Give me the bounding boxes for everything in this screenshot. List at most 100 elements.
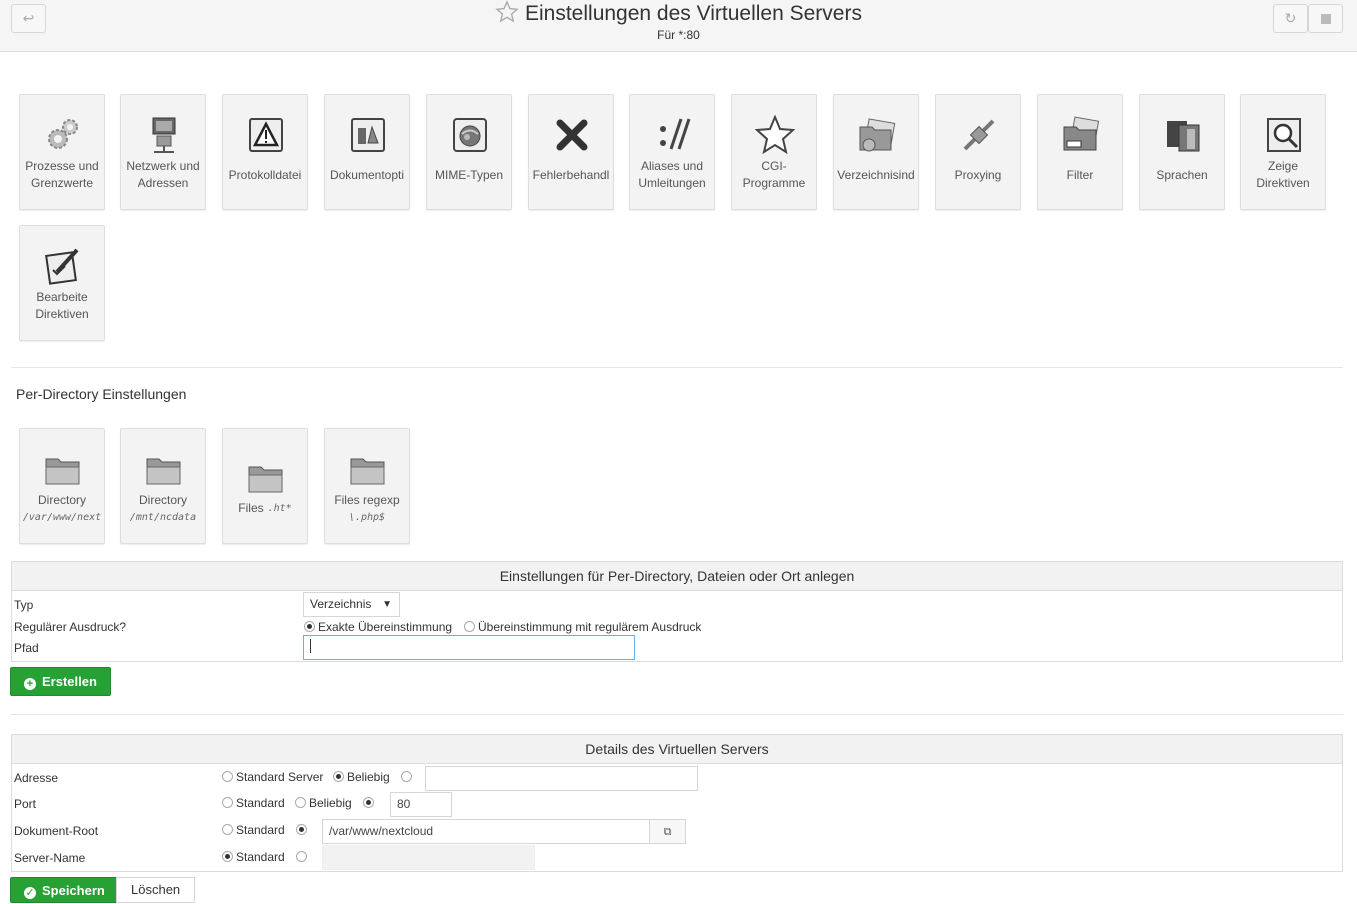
tile-dokumentoptionen[interactable]: Dokumentopti xyxy=(324,94,410,210)
tile-label-2: Umleitungen xyxy=(638,176,706,190)
tile-cgi[interactable]: CGI- Programme xyxy=(731,94,817,210)
radio-adresse-custom[interactable] xyxy=(401,771,412,782)
tile-prozesse[interactable]: Prozesse und Grenzwerte xyxy=(19,94,105,210)
tile-aliases[interactable]: Aliases und Umleitungen xyxy=(629,94,715,210)
tile-mime[interactable]: MIME-Typen xyxy=(426,94,512,210)
radio-port-custom[interactable] xyxy=(363,797,374,808)
servername-custom-option[interactable] xyxy=(296,850,310,864)
save-button-label: Speichern xyxy=(42,883,105,898)
refresh-button[interactable]: ↻ xyxy=(1273,4,1308,33)
stop-button[interactable] xyxy=(1308,4,1343,33)
tile-netzwerk[interactable]: Netzwerk und Adressen xyxy=(120,94,206,210)
alias-icon xyxy=(660,118,691,150)
languages-icon xyxy=(1167,121,1200,152)
tile-bearbeite-direktiven[interactable]: Bearbeite Direktiven xyxy=(19,225,105,341)
port-default-option[interactable]: Standard xyxy=(222,796,285,810)
radio-servername-custom[interactable] xyxy=(296,851,307,862)
typ-select-value: Verzeichnis xyxy=(310,597,372,611)
gears-icon xyxy=(48,119,78,149)
tile-label-1: Proxying xyxy=(954,167,1002,182)
page-header: ↩ Einstellungen des Virtuellen Servers F… xyxy=(0,0,1357,52)
tile-proxying[interactable]: Proxying xyxy=(935,94,1021,210)
file-chooser-icon: ⧉ xyxy=(663,826,672,838)
tile-label-1: MIME-Typen xyxy=(434,167,503,182)
radio-port-any[interactable] xyxy=(295,797,306,808)
dropdown-arrow-icon: ▼ xyxy=(382,599,392,610)
port-label: Port xyxy=(14,797,37,811)
per-directory-title: Per-Directory Einstellungen xyxy=(16,386,187,402)
radio-port-default[interactable] xyxy=(222,797,233,808)
regex-regexp-label: Übereinstimmung mit regulärem Ausdruck xyxy=(478,620,702,634)
servername-default-label: Standard xyxy=(236,850,285,864)
regex-regexp-option[interactable]: Übereinstimmung mit regulärem Ausdruck xyxy=(464,620,701,634)
tile-protokoll[interactable]: Protokolldatei xyxy=(222,94,308,210)
stop-icon xyxy=(1320,14,1331,24)
tile-filter[interactable]: Filter xyxy=(1037,94,1123,210)
radio-docroot-default[interactable] xyxy=(222,824,233,835)
port-input[interactable]: 80 xyxy=(390,792,452,817)
port-default-label: Standard xyxy=(236,796,285,810)
docroot-default-option[interactable]: Standard xyxy=(222,823,285,837)
radio-adresse-default[interactable] xyxy=(222,771,233,782)
network-icon xyxy=(152,117,176,153)
proxy-icon xyxy=(963,119,995,151)
tile-label-2: \.php$ xyxy=(348,512,386,523)
tile-label-1: Directory xyxy=(138,493,187,507)
refresh-icon: ↻ xyxy=(1284,10,1297,26)
save-button[interactable]: ✓ Speichern xyxy=(10,877,119,903)
page-subtitle: Für *:80 xyxy=(657,28,700,42)
document-options-icon xyxy=(351,118,385,152)
tile-files-regexp-php[interactable]: Files regexp \.php$ xyxy=(324,428,410,544)
tile-label-1: Prozesse und xyxy=(25,159,99,173)
details-form-title: Details des Virtuellen Servers xyxy=(12,735,1342,764)
port-custom-option[interactable] xyxy=(363,796,377,810)
tile-label-2: /var/www/next xyxy=(23,512,101,523)
tile-label-1: Filter xyxy=(1066,167,1094,182)
folder-icon xyxy=(248,466,283,493)
radio-regexp[interactable] xyxy=(464,621,475,632)
tile-fehlerbehandlung[interactable]: Fehlerbehandl xyxy=(528,94,614,210)
radio-exact[interactable] xyxy=(304,621,315,632)
adresse-any-label: Beliebig xyxy=(347,770,390,784)
adresse-default-option[interactable]: Standard Server xyxy=(222,770,323,784)
typ-select[interactable]: Verzeichnis ▼ xyxy=(303,592,400,617)
docroot-custom-option[interactable] xyxy=(296,823,310,837)
tile-directory-var-www[interactable]: Directory/var/www/next xyxy=(19,428,105,544)
tile-zeige-direktiven[interactable]: Zeige Direktiven xyxy=(1240,94,1326,210)
servername-input[interactable] xyxy=(322,845,535,870)
regex-exact-option[interactable]: Exakte Übereinstimmung xyxy=(304,620,452,634)
folder-icon xyxy=(45,458,80,485)
divider xyxy=(11,714,1343,715)
tile-label-2: Programme xyxy=(742,176,806,190)
radio-adresse-any[interactable] xyxy=(333,771,344,782)
favorite-star-icon[interactable] xyxy=(495,0,519,24)
tile-verzeichnisindex[interactable]: Verzeichnisind xyxy=(833,94,919,210)
page-title: Einstellungen des Virtuellen Servers xyxy=(0,0,1357,27)
port-any-label: Beliebig xyxy=(309,796,352,810)
tile-label-2: Adressen xyxy=(137,176,189,190)
tile-sprachen[interactable]: Sprachen xyxy=(1139,94,1225,210)
servername-default-option[interactable]: Standard xyxy=(222,850,285,864)
pfad-input[interactable] xyxy=(303,635,635,660)
tile-label-2: .ht* xyxy=(267,502,292,514)
create-form-title: Einstellungen für Per-Directory, Dateien… xyxy=(12,562,1342,591)
tile-label-1: Sprachen xyxy=(1156,167,1208,182)
create-button[interactable]: + Erstellen xyxy=(10,667,111,696)
delete-button[interactable]: Löschen xyxy=(116,877,196,903)
edit-directives-icon xyxy=(45,248,79,285)
adresse-custom-option[interactable] xyxy=(401,770,415,784)
adresse-any-option[interactable]: Beliebig xyxy=(333,770,390,784)
docroot-label: Dokument-Root xyxy=(14,824,99,838)
folder-icon xyxy=(146,458,181,485)
filter-icon xyxy=(1063,116,1100,151)
tile-directory-mnt-ncdata[interactable]: Directory/mnt/ncdata xyxy=(120,428,206,544)
tile-label-1: Protokolldatei xyxy=(228,167,302,182)
radio-docroot-custom[interactable] xyxy=(296,824,307,835)
port-any-option[interactable]: Beliebig xyxy=(295,796,352,810)
radio-servername-default[interactable] xyxy=(222,851,233,862)
docroot-input[interactable]: /var/www/nextcloud xyxy=(322,819,650,844)
typ-label: Typ xyxy=(14,598,34,612)
tile-files-ht[interactable]: Files .ht* xyxy=(222,428,308,544)
adresse-input[interactable] xyxy=(425,766,698,791)
file-chooser-button[interactable]: ⧉ xyxy=(649,819,686,844)
